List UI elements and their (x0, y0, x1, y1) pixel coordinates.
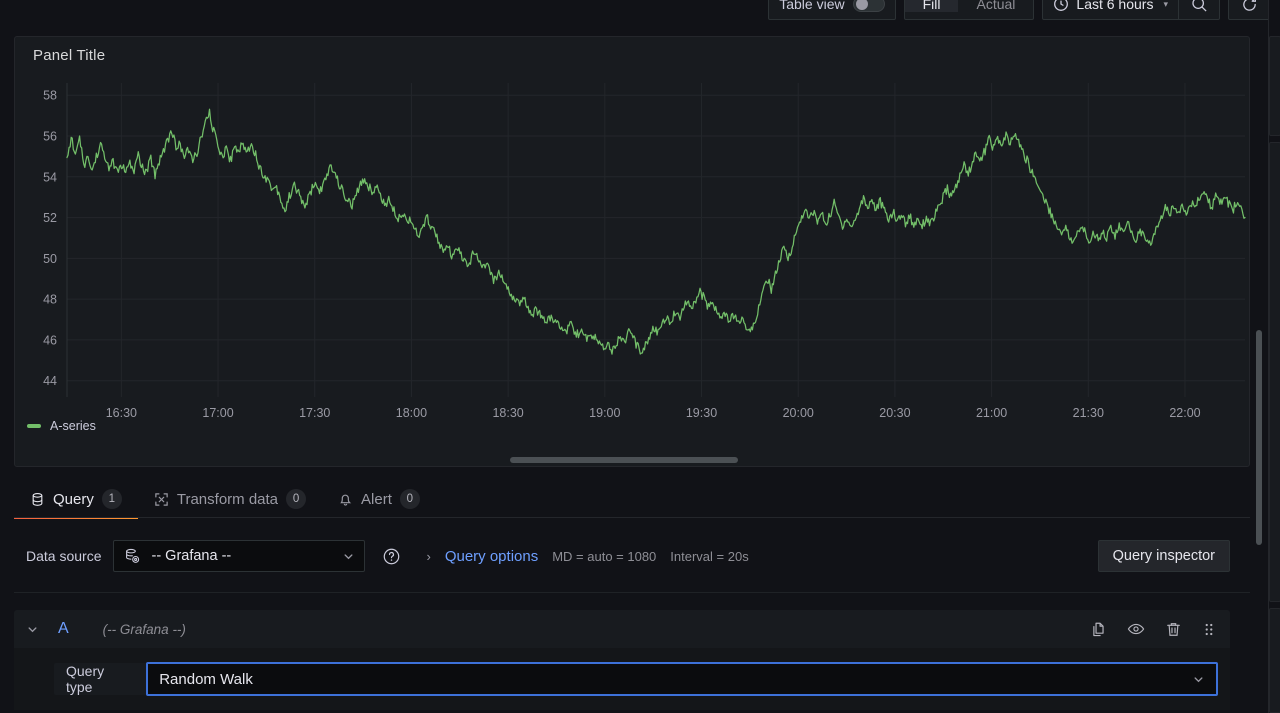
chevron-down-icon (342, 550, 355, 563)
options-pane-block-middle (1269, 142, 1280, 602)
svg-text:44: 44 (43, 374, 57, 388)
options-pane-partial[interactable] (1268, 0, 1280, 713)
duplicate-query-icon[interactable] (1088, 619, 1109, 640)
tab-bar-divider (14, 517, 1250, 518)
svg-text:18:30: 18:30 (492, 406, 523, 420)
chevron-right-icon: › (426, 548, 431, 564)
table-view-switch[interactable] (852, 0, 885, 12)
panel-editor-toolbar: Table view Fill Actual Last 6 hours ▾ (0, 0, 1280, 22)
query-type-label: Query type (54, 663, 147, 695)
time-range-picker[interactable]: Last 6 hours ▾ (1043, 0, 1178, 19)
data-source-row: Data source -- Grafana -- › Query option… (14, 534, 1250, 578)
panel-fit-segmented-control[interactable]: Fill Actual (903, 0, 1035, 20)
tab-alert[interactable]: Alert 0 (322, 480, 436, 518)
svg-text:17:30: 17:30 (299, 406, 330, 420)
svg-text:50: 50 (43, 252, 57, 266)
editor-tab-bar: Query 1 Transform data 0 Alert 0 (14, 478, 1250, 519)
query-type-select[interactable]: Random Walk (146, 662, 1218, 696)
clock-icon (1053, 0, 1069, 12)
query-row-datasource: (-- Grafana --) (102, 621, 186, 637)
query-type-value: Random Walk (159, 670, 253, 688)
panel-horizontal-scrollbar[interactable] (510, 457, 738, 463)
svg-text:19:30: 19:30 (686, 406, 717, 420)
fill-button[interactable]: Fill (904, 0, 959, 12)
query-row-body: Query type Random Walk (14, 648, 1230, 710)
remove-query-icon[interactable] (1163, 619, 1184, 640)
query-row-header[interactable]: A (-- Grafana --) (14, 610, 1230, 648)
svg-text:46: 46 (43, 333, 57, 347)
time-controls-group: Last 6 hours ▾ (1042, 0, 1220, 20)
chevron-down-icon[interactable] (26, 623, 48, 636)
svg-text:19:00: 19:00 (589, 406, 620, 420)
svg-text:18:00: 18:00 (396, 406, 427, 420)
query-editor-row-a: A (-- Grafana --) Query type Random Walk (14, 610, 1230, 710)
question-circle-icon (382, 547, 401, 566)
table-view-toggle-group[interactable]: Table view (768, 0, 896, 20)
chevron-down-icon (1192, 673, 1205, 686)
svg-text:20:30: 20:30 (879, 406, 910, 420)
options-pane-block-bottom (1269, 608, 1280, 713)
data-source-label: Data source (26, 548, 102, 564)
database-icon (30, 492, 45, 507)
hide-response-icon[interactable] (1125, 618, 1147, 640)
svg-text:22:00: 22:00 (1169, 406, 1200, 420)
tab-alert-badge: 0 (399, 489, 420, 509)
refresh-icon (1241, 0, 1258, 13)
tab-query-label: Query (53, 490, 94, 508)
data-source-picker[interactable]: -- Grafana -- (113, 540, 366, 572)
chart-svg: 44 46 48 50 52 54 56 58 16:30 17:00 17:30 18:00 18:3… (43, 83, 1246, 420)
time-series-chart[interactable]: 44 46 48 50 52 54 56 58 16:30 17:00 17:30 18:00 18:3… (15, 75, 1249, 430)
table-view-label: Table view (779, 0, 845, 12)
panel-title: Panel Title (33, 47, 106, 64)
query-options-label: Query options (444, 547, 539, 565)
transform-icon (154, 492, 169, 507)
grafana-datasource-icon (123, 547, 142, 566)
svg-text:21:30: 21:30 (1073, 406, 1104, 420)
svg-text:56: 56 (43, 130, 57, 144)
chart-legend[interactable]: A-series (27, 419, 96, 433)
panel-editor: Table view Fill Actual Last 6 hours ▾ Pa… (0, 0, 1280, 713)
query-options-toggle[interactable]: › Query options MD = auto = 1080 Interva… (426, 548, 748, 565)
tab-query-badge: 1 (101, 489, 122, 509)
time-range-label: Last 6 hours (1076, 0, 1154, 12)
data-source-row-divider (14, 592, 1250, 593)
legend-color-swatch (27, 424, 41, 428)
table-view-switch-knob (855, 0, 868, 10)
drag-handle-icon[interactable] (1200, 619, 1218, 640)
svg-text:16:30: 16:30 (106, 406, 137, 420)
data-source-help-button[interactable] (374, 540, 408, 572)
svg-text:17:00: 17:00 (202, 406, 233, 420)
svg-text:20:00: 20:00 (783, 406, 814, 420)
editor-vertical-scrollbar[interactable] (1256, 330, 1262, 545)
svg-text:21:00: 21:00 (976, 406, 1007, 420)
query-row-actions (1088, 618, 1218, 640)
legend-item-label[interactable]: A-series (50, 419, 96, 433)
bell-icon (338, 492, 353, 507)
refresh-group[interactable] (1228, 0, 1270, 20)
max-data-points-summary: MD = auto = 1080 (552, 548, 657, 564)
tab-transform-data[interactable]: Transform data 0 (138, 480, 322, 518)
tab-query[interactable]: Query 1 (14, 480, 138, 519)
chevron-down-icon: ▾ (1163, 0, 1168, 9)
options-pane-block-top (1269, 36, 1280, 136)
search-minus-icon (1191, 0, 1208, 13)
data-source-selected-value: -- Grafana -- (151, 548, 232, 564)
svg-text:48: 48 (43, 293, 57, 307)
actual-button[interactable]: Actual (958, 0, 1033, 12)
visualization-panel[interactable]: Panel Title 44 46 48 50 52 54 56 58 16:30 17:00 17… (14, 36, 1250, 467)
query-inspector-button[interactable]: Query inspector (1097, 540, 1230, 572)
svg-text:54: 54 (43, 170, 57, 184)
zoom-out-time-button[interactable] (1179, 0, 1219, 19)
refresh-dashboard-button[interactable] (1229, 0, 1269, 19)
interval-summary: Interval = 20s (670, 548, 749, 564)
tab-transform-data-label: Transform data (176, 490, 279, 508)
tab-alert-label: Alert (361, 490, 392, 508)
tab-transform-data-badge: 0 (286, 489, 307, 509)
svg-text:58: 58 (43, 89, 57, 103)
query-ref-id[interactable]: A (58, 620, 69, 638)
svg-text:52: 52 (43, 211, 57, 225)
